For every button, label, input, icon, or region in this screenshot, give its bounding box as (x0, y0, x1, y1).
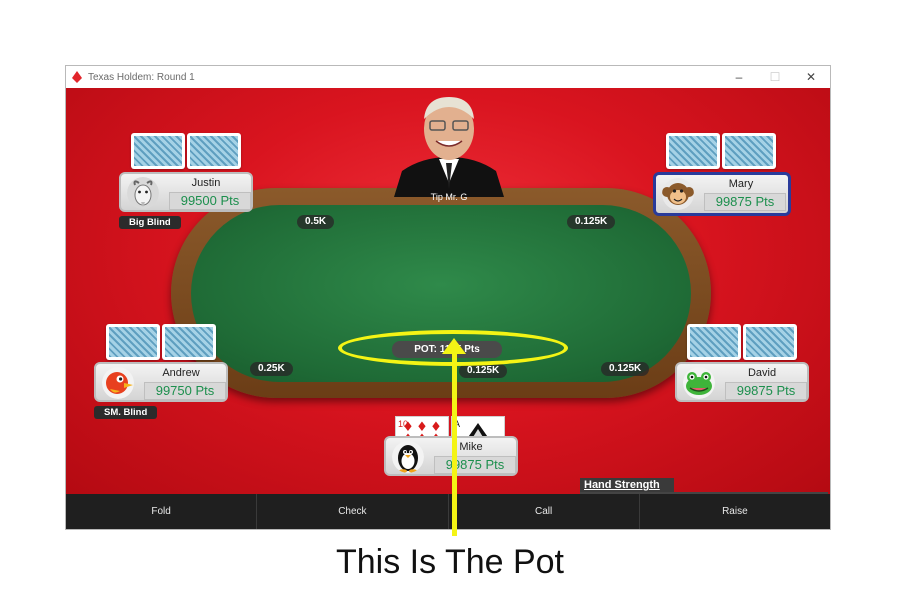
annotation-arrow-shaft (452, 346, 457, 536)
minimize-icon: – (735, 70, 743, 84)
minimize-button[interactable]: – (721, 66, 757, 88)
player-mike[interactable]: Mike 99875 Pts (384, 436, 518, 476)
card-back (743, 324, 797, 360)
penguin-icon (392, 441, 424, 473)
player-david[interactable]: David 99875 Pts (675, 362, 809, 402)
card-back (187, 133, 241, 169)
hand-strength-label: Hand Strength (580, 478, 674, 492)
window-title: Texas Holdem: Round 1 (88, 71, 195, 83)
dealer-avatar (394, 97, 504, 197)
player-points: 99750 Pts (144, 382, 226, 400)
player-points: 99500 Pts (169, 192, 251, 210)
player-points: 99875 Pts (704, 193, 786, 211)
small-blind-tag: SM. Blind (94, 406, 158, 419)
player-mary[interactable]: Mary 99875 Pts (653, 172, 791, 216)
card-back (687, 324, 741, 360)
bet-andrew: 0.25K (250, 362, 293, 376)
card-back (162, 324, 216, 360)
card-back (666, 133, 720, 169)
annotation-caption: This Is The Pot (335, 543, 565, 581)
frog-icon (683, 367, 715, 399)
call-button[interactable]: Call (449, 494, 640, 529)
check-button[interactable]: Check (257, 494, 449, 529)
dealer-tip-label[interactable]: Tip Mr. G (409, 192, 489, 202)
bet-justin: 0.5K (297, 215, 335, 229)
player-name: Mike (459, 441, 483, 453)
player-andrew[interactable]: Andrew 99750 Pts (94, 362, 228, 402)
big-blind-tag: Big Blind (119, 216, 181, 229)
player-points: 99875 Pts (434, 456, 516, 474)
card-back (131, 133, 185, 169)
bet-center: 0.125K (459, 364, 508, 378)
bet-mary: 0.125K (567, 215, 616, 229)
player-points: 99875 Pts (725, 382, 807, 400)
player-name: Justin (191, 177, 221, 189)
monkey-icon (662, 178, 694, 210)
annotation-arrow-head (442, 338, 466, 354)
card-back (106, 324, 160, 360)
poker-window: Texas Holdem: Round 1 – ☐ ✕ Tip Mr. G 0.… (65, 65, 831, 530)
close-icon: ✕ (805, 70, 817, 84)
fold-button[interactable]: Fold (66, 494, 258, 529)
player-justin[interactable]: Justin 99500 Pts (119, 172, 253, 212)
action-bar: Fold Check Call Raise (66, 494, 830, 529)
card-back (722, 133, 776, 169)
close-button[interactable]: ✕ (793, 66, 829, 88)
goat-icon (127, 177, 159, 209)
bet-david: 0.125K (601, 362, 650, 376)
maximize-icon: ☐ (769, 70, 781, 84)
game-area: Tip Mr. G 0.5K 0.125K 0.25K 0.125K 0.125… (66, 88, 830, 494)
poker-app-icon (72, 71, 82, 83)
bird-icon (102, 367, 134, 399)
title-bar: Texas Holdem: Round 1 – ☐ ✕ (66, 66, 830, 88)
player-name: Andrew (162, 367, 200, 379)
player-name: Mary (728, 178, 754, 190)
player-name: David (747, 367, 777, 379)
maximize-button[interactable]: ☐ (757, 66, 793, 88)
raise-button[interactable]: Raise (640, 494, 830, 529)
